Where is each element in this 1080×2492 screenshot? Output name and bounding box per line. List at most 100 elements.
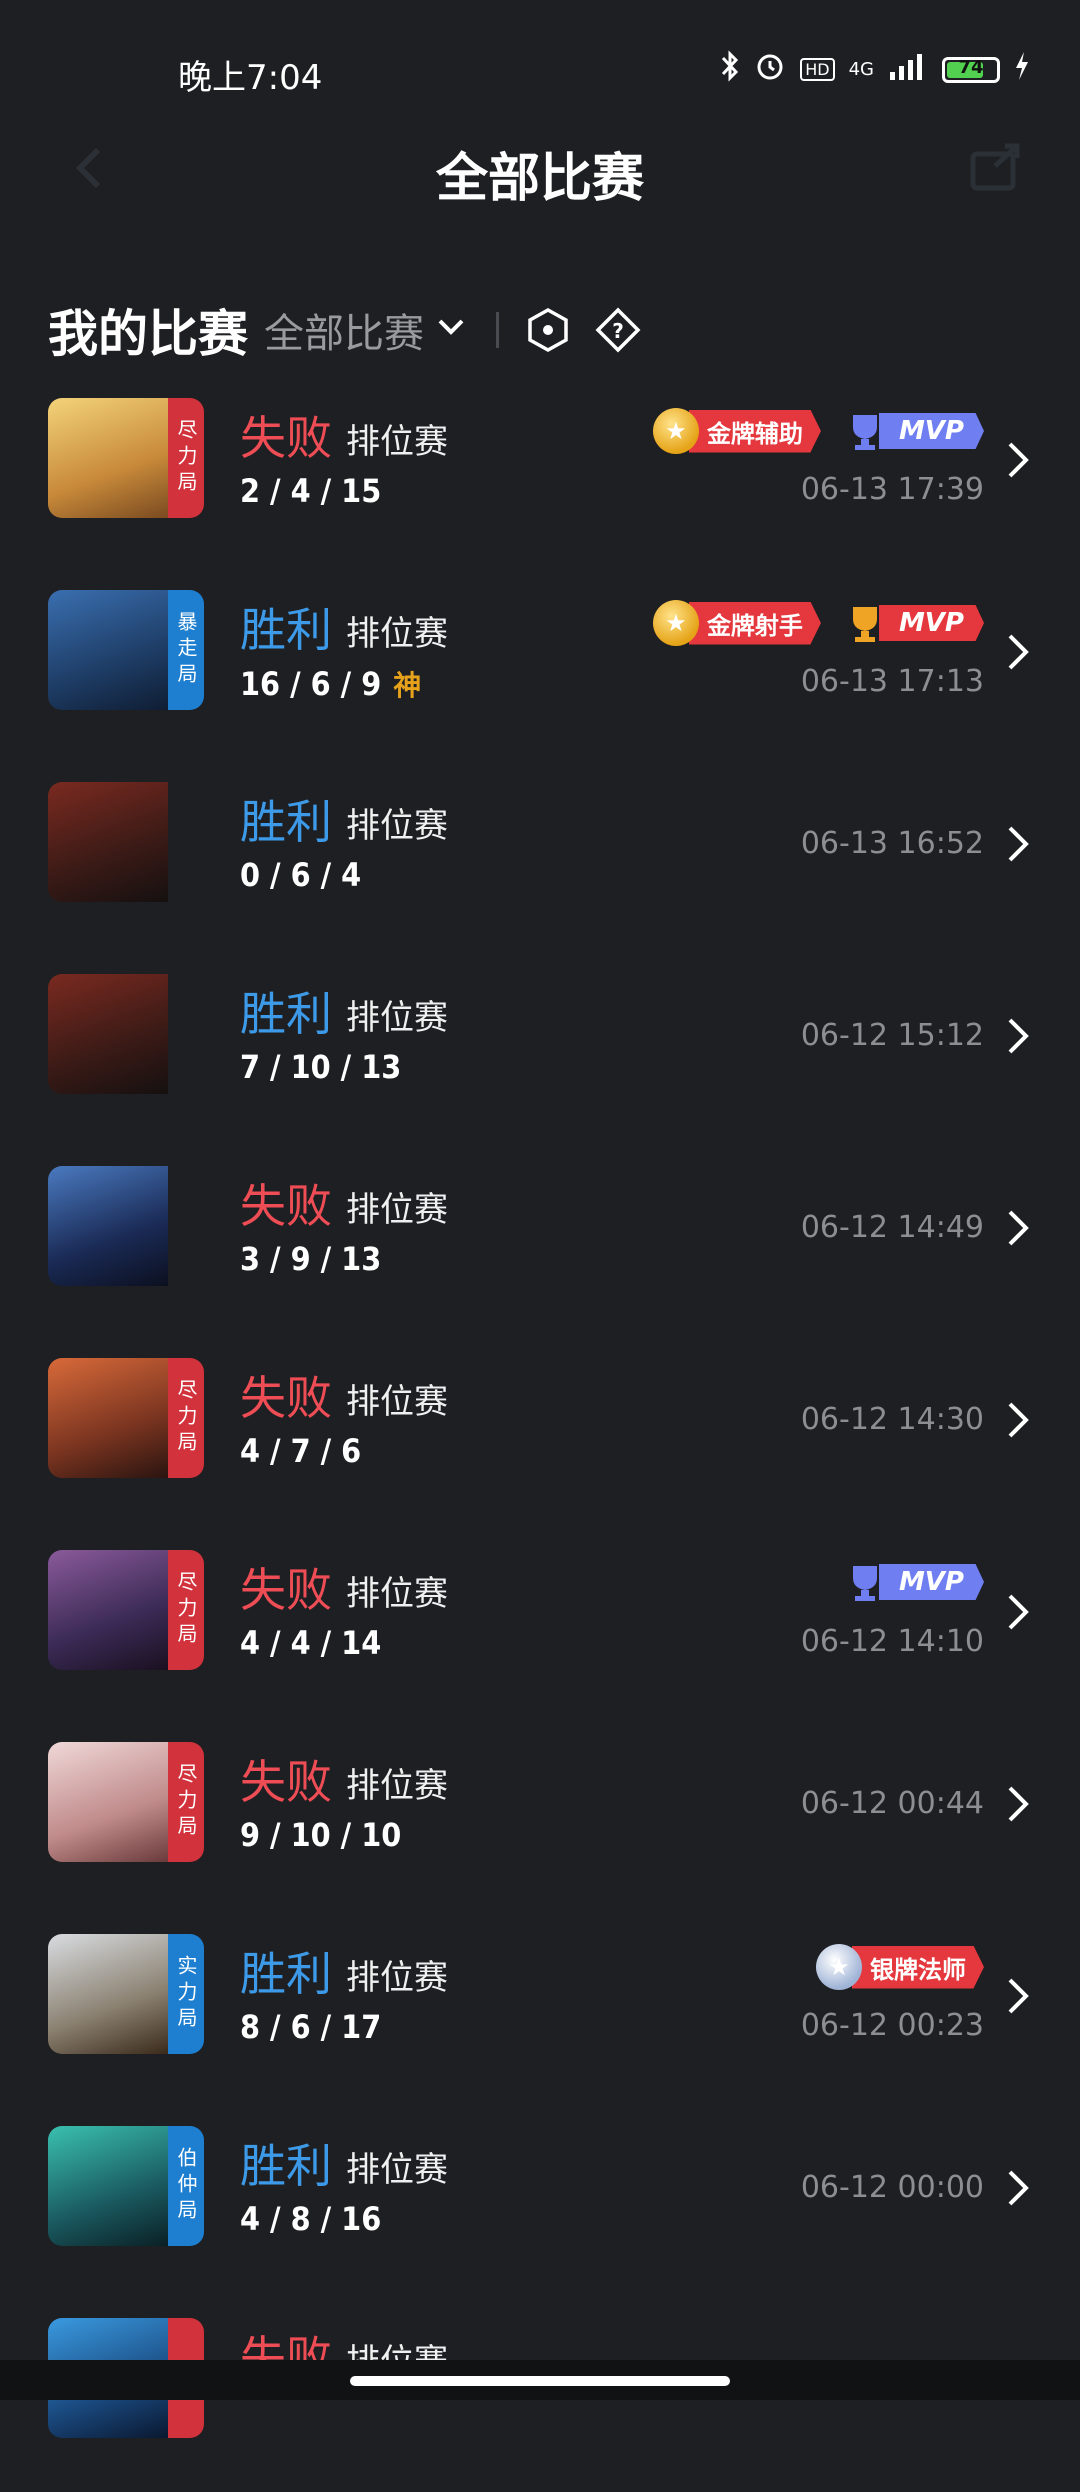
medal-badge: ★ 金牌射手 — [652, 600, 821, 646]
hero-avatar: 尽力局 — [48, 1550, 204, 1670]
hd-icon: HD — [800, 58, 835, 81]
match-date: 06-12 00:00 — [800, 2170, 984, 2205]
match-result: 失败 — [240, 1755, 332, 1809]
hero-avatar — [48, 1166, 204, 1286]
hero-avatar: 尽力局 — [48, 1742, 204, 1862]
match-row[interactable]: 胜利 排位赛 0 / 6 / 4 06-13 16:52 — [0, 764, 1080, 956]
chevron-right-icon — [1008, 634, 1029, 670]
match-kda: 16 / 6 / 9 神 — [240, 664, 421, 704]
match-mode: 排位赛 — [346, 614, 448, 654]
chevron-right-icon — [1008, 442, 1029, 478]
share-icon[interactable] — [965, 138, 1025, 198]
match-date: 06-13 17:13 — [800, 664, 984, 699]
match-result: 胜利 — [240, 1947, 332, 2001]
match-kda: 8 / 6 / 17 — [240, 2008, 382, 2046]
match-date: 06-13 16:52 — [800, 826, 984, 861]
match-mode: 排位赛 — [346, 1574, 448, 1614]
mvp-label: MVP — [878, 413, 984, 449]
trophy-icon — [852, 1566, 877, 1601]
hero-avatar: 伯仲局 — [48, 2126, 204, 2246]
match-result: 胜利 — [240, 2139, 332, 2193]
match-kda: 4 / 7 / 6 — [240, 1432, 362, 1470]
match-result: 失败 — [240, 1179, 332, 1233]
match-tag: 暴走局 — [168, 590, 204, 710]
match-kda: 3 / 9 / 13 — [240, 1240, 382, 1278]
divider — [496, 312, 499, 348]
bluetooth-icon — [720, 50, 740, 89]
medal-badge: ★ 银牌法师 — [816, 1944, 984, 1990]
svg-text:?: ? — [612, 319, 624, 343]
match-row[interactable]: 实力局 胜利 排位赛 8 / 6 / 17 ★ 银牌法师 06-12 00:23 — [0, 1916, 1080, 2108]
badge-group: MVP — [843, 1560, 984, 1604]
match-tag: 实力局 — [168, 1934, 204, 2054]
match-mode: 排位赛 — [346, 1958, 448, 1998]
home-indicator[interactable] — [350, 2376, 730, 2386]
match-row[interactable]: 尽力局 失败 排位赛 4 / 4 / 14 MVP 06-12 14:10 — [0, 1532, 1080, 1724]
settings-hex-icon[interactable] — [525, 307, 571, 353]
match-row[interactable]: 胜利 排位赛 7 / 10 / 13 06-12 15:12 — [0, 956, 1080, 1148]
match-row[interactable]: 尽力局 失败 排位赛 4 / 7 / 6 06-12 14:30 — [0, 1340, 1080, 1532]
match-kda: 4 / 4 / 14 — [240, 1624, 382, 1662]
match-tag-text: 尽力局 — [174, 1379, 198, 1457]
match-tag-text: 实力局 — [174, 1955, 198, 2033]
chevron-down-icon — [434, 307, 468, 353]
match-kda: 9 / 10 / 10 — [240, 1816, 402, 1854]
match-tag-text: 伯仲局 — [174, 2147, 198, 2225]
hero-avatar: 实力局 — [48, 1934, 204, 2054]
mvp-badge: MVP — [843, 409, 984, 453]
match-tag: 尽力局 — [168, 398, 204, 518]
match-date: 06-12 14:30 — [800, 1402, 984, 1437]
match-result: 失败 — [240, 1563, 332, 1617]
help-icon[interactable]: ? — [595, 307, 641, 353]
status-time: 晚上7:04 — [178, 58, 323, 98]
top-bar: 全部比赛 — [0, 120, 1080, 220]
match-tag: 伯仲局 — [168, 2126, 204, 2246]
mvp-label: MVP — [878, 1564, 984, 1600]
match-row[interactable]: 暴走局 胜利 排位赛 16 / 6 / 9 神 ★ 金牌射手 MVP 06-13 … — [0, 572, 1080, 764]
charging-icon — [1014, 52, 1030, 87]
kda-value: 16 / 6 / 9 — [240, 665, 382, 703]
section-header: 我的比赛 全部比赛 ? — [48, 290, 665, 370]
medal-label: 金牌射手 — [688, 601, 821, 645]
match-mode: 排位赛 — [346, 1190, 448, 1230]
trophy-icon — [852, 415, 877, 450]
medal-label: 金牌辅助 — [688, 409, 821, 453]
gold-medal-icon: ★ — [652, 600, 699, 646]
alarm-icon — [754, 50, 786, 89]
badge-group: ★ 金牌射手 MVP — [652, 600, 984, 646]
match-row[interactable]: 尽力局 失败 排位赛 2 / 4 / 15 ★ 金牌辅助 MVP 06-13 1… — [0, 380, 1080, 572]
match-kda: 2 / 4 / 15 — [240, 472, 382, 510]
match-tag-text: 尽力局 — [174, 1763, 198, 1841]
match-mode: 排位赛 — [346, 1382, 448, 1422]
hero-avatar: 暴走局 — [48, 590, 204, 710]
status-bar: 晚上7:04 HD 4G 74 — [0, 0, 1080, 120]
medal-label: 银牌法师 — [852, 1945, 984, 1989]
match-mode: 排位赛 — [346, 806, 448, 846]
chevron-right-icon — [1008, 1786, 1029, 1822]
trophy-icon — [852, 607, 877, 642]
mvp-label: MVP — [878, 605, 984, 641]
chevron-right-icon — [1008, 2170, 1029, 2206]
network-label: 4G — [848, 59, 874, 80]
filter-label: 全部比赛 — [264, 311, 424, 357]
match-mode: 排位赛 — [346, 1766, 448, 1806]
chevron-right-icon — [1008, 1402, 1029, 1438]
match-tag-text: 尽力局 — [174, 419, 198, 497]
match-kda: 4 / 8 / 16 — [240, 2200, 382, 2238]
match-tag: 尽力局 — [168, 1742, 204, 1862]
hero-avatar: 尽力局 — [48, 398, 204, 518]
match-row[interactable]: 尽力局 失败 排位赛 9 / 10 / 10 06-12 00:44 — [0, 1724, 1080, 1916]
match-tag-text: 尽力局 — [174, 1571, 198, 1649]
badge-group: ★ 金牌辅助 MVP — [652, 408, 984, 454]
god-label: 神 — [393, 669, 422, 702]
filter-dropdown[interactable]: 全部比赛 — [264, 301, 468, 359]
match-row[interactable]: 伯仲局 胜利 排位赛 4 / 8 / 16 06-12 00:00 — [0, 2108, 1080, 2300]
match-result: 胜利 — [240, 795, 332, 849]
match-row[interactable]: 失败 排位赛 3 / 9 / 13 06-12 14:49 — [0, 1148, 1080, 1340]
match-tag-text: 暴走局 — [174, 611, 198, 689]
match-date: 06-13 17:39 — [800, 472, 984, 507]
match-tag: 尽力局 — [168, 1358, 204, 1478]
section-title: 我的比赛 — [48, 305, 248, 363]
silver-medal-icon: ★ — [816, 1944, 862, 1990]
chevron-right-icon — [1008, 1978, 1029, 2014]
